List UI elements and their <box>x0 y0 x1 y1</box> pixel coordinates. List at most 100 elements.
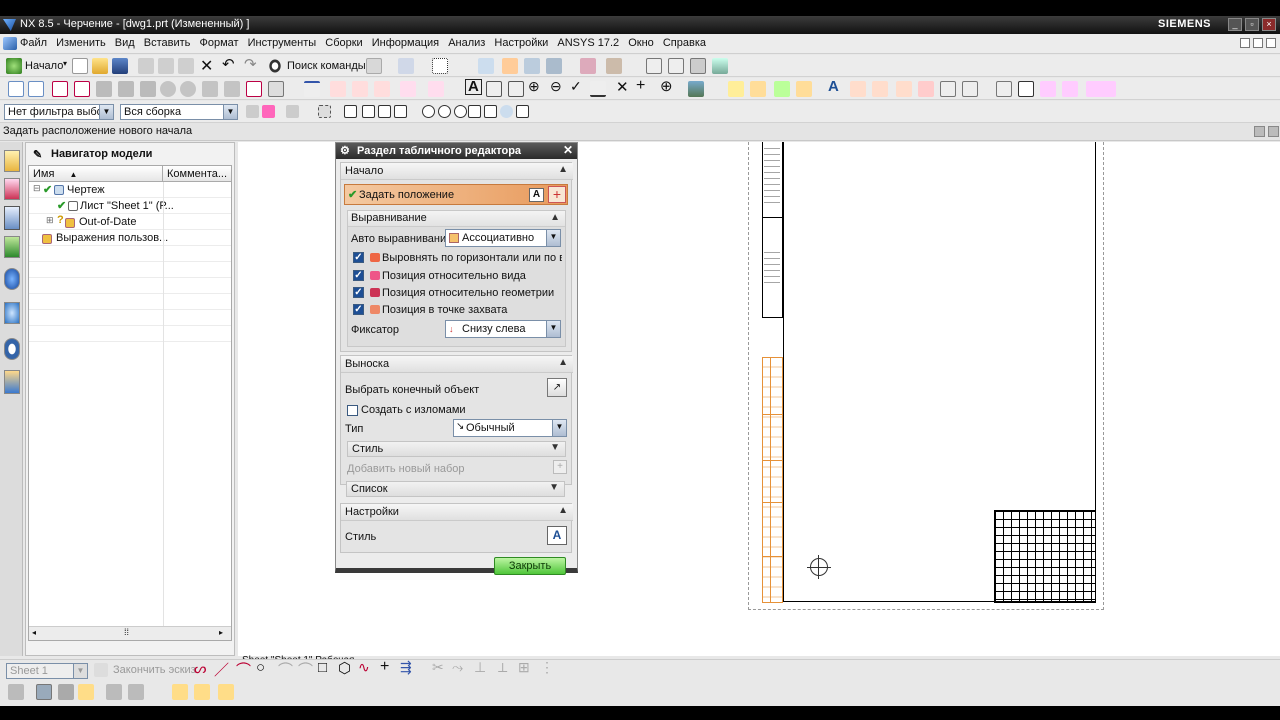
fit-view-icon[interactable] <box>524 58 540 74</box>
utility-icon-2[interactable] <box>36 684 52 700</box>
utility-icon-8[interactable] <box>194 684 210 700</box>
chevron-down-icon[interactable]: ▼ <box>73 664 87 678</box>
table-import-icon[interactable] <box>1100 81 1116 97</box>
anchor-combo[interactable]: ↓ Снизу слева ▼ <box>445 320 561 338</box>
chevron-down-icon[interactable]: ▼ <box>549 482 559 493</box>
assembly-navigator-tab-icon[interactable] <box>4 150 20 172</box>
spline-icon[interactable]: ∿ <box>358 659 370 676</box>
arc-icon[interactable]: ⌒ <box>236 659 251 680</box>
menu-edit[interactable]: Изменить <box>53 34 109 49</box>
chevron-down-icon[interactable]: ▼ <box>552 420 566 436</box>
chevron-up-icon[interactable]: ▲ <box>558 505 568 516</box>
target-icon[interactable]: ⊕ <box>660 77 673 95</box>
menu-information[interactable]: Информация <box>369 34 442 49</box>
customize-icon[interactable] <box>712 58 728 74</box>
snap-icon-9[interactable] <box>484 105 497 118</box>
horizontal-scrollbar[interactable]: ◂ ⁞⁞ ▸ <box>29 626 231 640</box>
menu-window[interactable]: Окно <box>625 34 657 49</box>
table-cell-icon[interactable] <box>850 81 866 97</box>
menu-tools[interactable]: Инструменты <box>245 34 320 49</box>
dimension-icon[interactable]: ⊞ <box>518 659 530 676</box>
constraint-icon[interactable]: ⋮ <box>540 659 554 676</box>
table-sort-icon[interactable] <box>996 81 1012 97</box>
menu-analysis[interactable]: Анализ <box>445 34 488 49</box>
zoom-out-icon[interactable]: ⊖ <box>550 78 562 95</box>
open-folder-icon[interactable] <box>92 58 108 74</box>
new-sheet-icon[interactable] <box>8 81 24 97</box>
snap-icon-1[interactable] <box>344 105 357 118</box>
save-icon[interactable] <box>112 58 128 74</box>
chevron-up-icon[interactable]: ▲ <box>550 212 560 223</box>
origin-icon[interactable]: + <box>636 77 645 95</box>
origin-group-header[interactable]: Начало ▲ <box>341 163 573 180</box>
orient-view-icon[interactable] <box>502 58 518 74</box>
tree-row-user-expressions[interactable]: Выражения пользов... <box>29 230 231 246</box>
auto-align-combo[interactable]: Ассоциативно ▼ <box>445 229 561 247</box>
circle-icon[interactable]: ○ <box>256 659 265 676</box>
close-icon[interactable]: ✕ <box>563 143 573 157</box>
leader-group-header[interactable]: Выноска ▲ <box>341 356 573 373</box>
start-menu-button[interactable]: Начало <box>25 60 63 72</box>
menu-assemblies[interactable]: Сборки <box>322 34 365 49</box>
table-icon-3[interactable] <box>774 81 790 97</box>
menu-ansys[interactable]: ANSYS 17.2 <box>554 34 622 49</box>
hd3d-tab-icon[interactable] <box>4 268 20 290</box>
detail-view-icon[interactable] <box>96 81 112 97</box>
measure-icon[interactable] <box>398 58 414 74</box>
app-menu-icon[interactable] <box>3 37 17 50</box>
rectangle-icon[interactable]: □ <box>318 659 327 676</box>
break-view-icon[interactable] <box>140 81 156 97</box>
delete-annotation-icon[interactable]: ✕ <box>616 78 629 96</box>
bolt-circle-icon[interactable] <box>374 81 390 97</box>
table-query-icon[interactable] <box>1040 81 1056 97</box>
view-icon-1[interactable] <box>160 81 176 97</box>
table-section-icon[interactable] <box>872 81 888 97</box>
paste-icon[interactable] <box>178 58 194 74</box>
snap-icon-10[interactable] <box>500 105 513 118</box>
trim-icon[interactable]: ✂ <box>432 659 444 676</box>
column-header-name[interactable]: Имя ▲ <box>29 166 163 182</box>
menu-help[interactable]: Справка <box>660 34 709 49</box>
pin-icon[interactable]: ✎ <box>33 148 42 161</box>
utility-icon-3[interactable] <box>58 684 74 700</box>
finish-sketch-button[interactable]: Закончить эскиз <box>113 664 196 676</box>
mirror-icon[interactable]: ⟂ <box>498 659 507 676</box>
chevron-up-icon[interactable]: ▲ <box>558 164 568 175</box>
render-style-icon[interactable] <box>478 58 494 74</box>
close-window-button[interactable]: × <box>1262 18 1276 31</box>
parts-list-icon[interactable] <box>896 81 912 97</box>
table-icon-4[interactable] <box>796 81 812 97</box>
show-hide-icon[interactable] <box>546 58 562 74</box>
select-icon-4[interactable] <box>318 105 331 118</box>
autoballoon-icon[interactable] <box>918 81 934 97</box>
view-icon-3[interactable] <box>202 81 218 97</box>
reuse-library-tab-icon[interactable] <box>4 236 20 258</box>
crosshair-icon[interactable] <box>400 81 416 97</box>
redo-icon[interactable]: ↷ <box>244 55 257 73</box>
column-header-comment[interactable]: Коммента... <box>163 166 231 182</box>
line-icon[interactable]: ／ <box>214 659 229 680</box>
chevron-down-icon[interactable]: ▼ <box>223 105 237 119</box>
new-file-icon[interactable] <box>72 58 88 74</box>
leader-type-combo[interactable]: ↘ Обычный ▼ <box>453 419 567 437</box>
polygon-icon[interactable]: ⬡ <box>338 659 351 677</box>
command-finder-button[interactable]: Поиск команды <box>287 60 366 72</box>
tree-row-sheet[interactable]: ✔ Лист "Sheet 1" (Р... <box>29 198 231 214</box>
tree-row-out-of-date[interactable]: ⊞ ? Out-of-Date <box>29 214 231 230</box>
table-edit-icon[interactable] <box>940 81 956 97</box>
select-icon-2[interactable] <box>262 105 275 118</box>
point-dialog-icon[interactable]: + <box>548 186 566 203</box>
update-views-icon[interactable] <box>246 81 262 97</box>
text-style-icon[interactable]: A <box>529 188 544 202</box>
panel-toggle-icon-2[interactable] <box>1268 126 1279 137</box>
select-object-icon[interactable]: ↗ <box>547 378 567 397</box>
table-export-icon[interactable] <box>1062 81 1078 97</box>
zoom-in-icon[interactable]: ⊕ <box>528 78 540 95</box>
leader-style-subgroup[interactable]: Стиль ▼ <box>347 441 566 457</box>
text-style-icon[interactable]: A <box>828 78 839 95</box>
snap-icon-6[interactable] <box>438 105 451 118</box>
utility-icon-7[interactable] <box>172 684 188 700</box>
style-dialog-icon[interactable]: A <box>547 526 567 545</box>
snap-grid-icon[interactable] <box>432 58 448 74</box>
panel-toggle-icon[interactable] <box>1254 126 1265 137</box>
